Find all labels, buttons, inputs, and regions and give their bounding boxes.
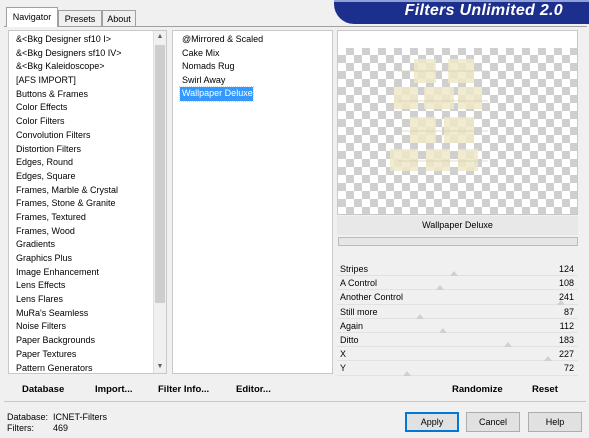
help-button[interactable]: Help [528,412,582,432]
category-item[interactable]: Edges, Round [16,156,152,170]
filter-item[interactable]: @Mirrored & Scaled [180,33,263,47]
slider-row[interactable]: A Control 108 [337,276,578,291]
database-label: Database: [7,412,49,422]
scroll-down-icon[interactable]: ▼ [154,361,166,373]
slider-value: 87 [563,306,574,317]
footer-divider [4,401,586,402]
slider-value: 183 [558,334,574,345]
slider-label: Again [340,320,364,331]
category-items: &<Bkg Designer sf10 I> &<Bkg Designers sf… [16,33,152,374]
editor-button[interactable]: Editor... [236,384,271,395]
category-item[interactable]: Frames, Stone & Granite [16,197,152,211]
category-item[interactable]: Paper Backgrounds [16,334,152,348]
category-item[interactable]: Frames, Marble & Crystal [16,184,152,198]
scroll-up-icon[interactable]: ▲ [154,31,166,43]
category-item[interactable]: Image Enhancement [16,266,152,280]
slider-value: 112 [559,320,574,331]
slider-label: Ditto [340,334,359,345]
slider-value: 227 [558,349,574,360]
category-item[interactable]: Color Filters [16,115,152,129]
tab-about[interactable]: About [102,10,136,26]
slider-row[interactable]: Still more 87 [337,305,578,319]
database-value: ICNET-Filters [53,412,107,422]
preview-image [338,31,577,171]
tab-navigator[interactable]: Navigator [6,7,58,27]
slider-value: 72 [563,363,574,374]
slider-row[interactable]: Stripes 124 [337,262,578,277]
database-button[interactable]: Database [22,384,64,395]
slider-label: Y [340,363,347,374]
category-item[interactable]: MuRa's Seamless [16,307,152,321]
category-item[interactable]: Distortion Filters [16,143,152,157]
import-button[interactable]: Import... [95,384,132,395]
slider-row[interactable]: Y 72 [337,361,578,376]
filter-list[interactable]: @Mirrored & Scaled Cake Mix Nomads Rug Swir… [172,30,333,374]
filter-item[interactable]: Wallpaper Deluxe [179,86,254,102]
category-item[interactable]: Pattern Generators [16,362,152,374]
slider-panel: Stripes 124 A Control 108 Another Control 241… [337,262,578,376]
filter-item[interactable]: Nomads Rug [180,60,235,74]
tab-presets[interactable]: Presets [58,10,102,26]
category-scrollbar[interactable]: ▲ ▼ [153,31,166,373]
current-filter-name: Wallpaper Deluxe [337,216,578,235]
slider-label: Stripes [340,264,369,274]
preview-area [337,30,578,215]
filter-item[interactable]: Cake Mix [180,47,220,61]
slider-thumb[interactable] [402,370,411,376]
scrollbar-thumb[interactable] [155,45,165,303]
category-list[interactable]: &<Bkg Designer sf10 I> &<Bkg Designers sf… [8,30,167,374]
slider-label: Another Control [340,292,404,303]
category-item[interactable]: &<Bkg Designer sf10 I> [16,33,152,47]
slider-value: 124 [558,264,574,274]
category-item[interactable]: Paper Textures [16,348,152,362]
filter-item[interactable]: Swirl Away [180,74,225,88]
category-item[interactable]: Frames, Wood [16,225,152,239]
slider-track[interactable] [337,374,578,376]
filters-count: 469 [53,423,69,433]
category-item[interactable]: &<Bkg Kaleidoscope> [16,60,152,74]
slider-label: Still more [340,306,378,317]
tab-divider [4,26,587,27]
slider-value: 108 [558,278,574,289]
reset-button[interactable]: Reset [532,384,558,395]
category-item[interactable]: Edges, Square [16,170,152,184]
randomize-button[interactable]: Randomize [452,384,503,395]
slider-row[interactable]: Ditto 183 [337,333,578,348]
progress-bar [338,237,578,246]
filter-info-button[interactable]: Filter Info... [158,384,209,395]
category-item[interactable]: Lens Flares [16,293,152,307]
category-item[interactable]: Frames, Textured [16,211,152,225]
category-item[interactable]: Color Effects [16,101,152,115]
category-item[interactable]: &<Bkg Designers sf10 IV> [16,47,152,61]
banner-title: Filters Unlimited 2.0 [404,2,563,19]
slider-value: 241 [558,292,574,303]
slider-row[interactable]: Again 112 [337,319,578,333]
category-item[interactable]: Gradients [16,238,152,252]
category-item[interactable]: Convolution Filters [16,129,152,143]
slider-label: A Control [340,278,378,289]
apply-button[interactable]: Apply [405,412,459,432]
category-item[interactable]: Noise Filters [16,320,152,334]
title-banner: Filters Unlimited 2.0 [334,0,589,24]
cancel-button[interactable]: Cancel [466,412,520,432]
filter-items: @Mirrored & Scaled Cake Mix Nomads Rug Swir… [179,33,328,102]
category-item[interactable]: Graphics Plus [16,252,152,266]
category-item[interactable]: Lens Effects [16,279,152,293]
filters-label: Filters: [7,423,34,433]
category-item[interactable]: Buttons & Frames [16,88,152,102]
slider-row[interactable]: X 227 [337,347,578,362]
slider-row[interactable]: Another Control 241 [337,290,578,305]
category-item[interactable]: [AFS IMPORT] [16,74,152,88]
slider-label: X [340,349,347,360]
